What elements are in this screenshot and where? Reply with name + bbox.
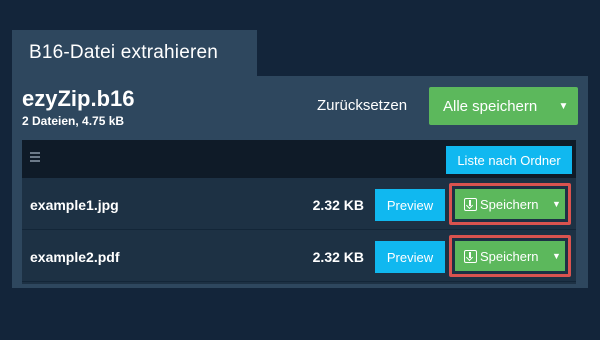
caret-down-icon[interactable]: ▼	[552, 199, 561, 209]
save-label: Speichern	[480, 248, 539, 264]
preview-button[interactable]: Preview	[375, 189, 445, 221]
page-title: B16-Datei extrahieren	[29, 42, 219, 63]
file-list: Liste nach Ordner example1.jpg 2.32 KB P…	[22, 140, 576, 284]
archive-meta: 2 Dateien, 4.75 kB	[22, 114, 125, 128]
save-label: Speichern	[480, 196, 539, 212]
save-button[interactable]: Speichern ▼	[455, 241, 565, 271]
caret-down-icon[interactable]: ▼	[552, 251, 561, 261]
file-name: example1.jpg	[30, 197, 119, 213]
file-size: 2.32 KB	[312, 197, 364, 213]
tab-extract[interactable]: B16-Datei extrahieren	[12, 30, 257, 76]
archive-name: ezyZip.b16	[22, 86, 135, 111]
file-size: 2.32 KB	[312, 249, 364, 265]
save-all-button[interactable]: Alle speichern ▼	[429, 87, 578, 125]
main-panel: ezyZip.b16 2 Dateien, 4.75 kB Zurücksetz…	[12, 76, 588, 288]
list-header: Liste nach Ordner	[22, 140, 576, 178]
list-item: example1.jpg 2.32 KB Preview Speichern ▼	[22, 180, 576, 230]
save-highlight: Speichern ▼	[449, 183, 571, 225]
menu-icon[interactable]	[30, 152, 40, 162]
save-all-label: Alle speichern	[443, 97, 538, 115]
list-by-folder-button[interactable]: Liste nach Ordner	[446, 146, 572, 174]
file-name: example2.pdf	[30, 249, 120, 265]
list-item: example2.pdf 2.32 KB Preview Speichern ▼	[22, 232, 576, 282]
reset-button[interactable]: Zurücksetzen	[317, 97, 407, 114]
save-highlight: Speichern ▼	[449, 235, 571, 277]
caret-down-icon[interactable]: ▼	[549, 87, 578, 125]
download-icon	[464, 249, 477, 263]
preview-button[interactable]: Preview	[375, 241, 445, 273]
save-button[interactable]: Speichern ▼	[455, 189, 565, 219]
download-icon	[464, 197, 477, 211]
